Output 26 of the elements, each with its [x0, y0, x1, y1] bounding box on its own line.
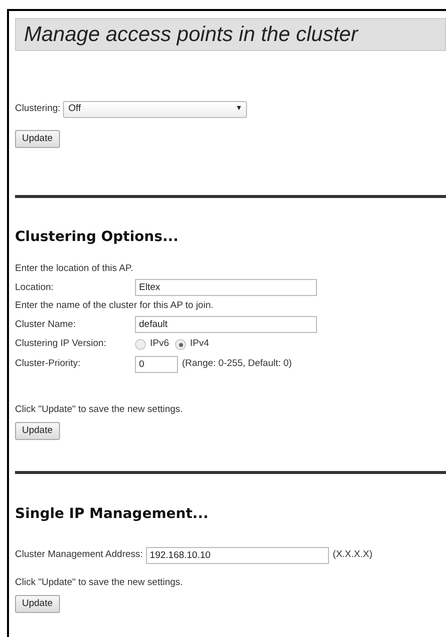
- address-field[interactable]: 192.168.10.10: [146, 546, 329, 564]
- field-label: Cluster Name:: [15, 318, 77, 332]
- field-label: Location:: [15, 280, 55, 294]
- radio-button[interactable]: [135, 339, 146, 350]
- hint-text: Click "Update" to save the new settings.: [15, 402, 184, 417]
- section-heading: Single IP Management...: [15, 504, 210, 524]
- field-label: Cluster-Priority:: [15, 357, 82, 371]
- field-label: Cluster Management Address:: [15, 548, 143, 562]
- range-note: (Range: 0-255, Default: 0): [182, 357, 292, 371]
- update-button[interactable]: Update: [15, 422, 60, 440]
- priority-field[interactable]: 0: [135, 356, 178, 373]
- radio-label: IPv4: [190, 337, 210, 352]
- update-button[interactable]: Update: [15, 130, 60, 148]
- location-field[interactable]: Eltex: [135, 279, 317, 296]
- field-label: Clustering IP Version:: [15, 337, 108, 352]
- hint-text: Click "Update" to save the new settings.: [15, 576, 184, 590]
- hint-text: Enter the location of this AP.: [15, 262, 134, 276]
- cluster-name-field[interactable]: default: [135, 316, 317, 334]
- page-title: Manage access points in the cluster: [24, 22, 358, 48]
- radio-label: IPv6: [150, 337, 170, 352]
- hint-text: Enter the name of the cluster for this AP to join.: [15, 299, 214, 314]
- format-note: (X.X.X.X): [332, 548, 372, 562]
- radio-button[interactable]: [175, 339, 186, 350]
- section-heading: Clustering Options...: [15, 228, 180, 247]
- clustering-label: Clustering:: [15, 102, 60, 116]
- update-button[interactable]: Update: [15, 595, 60, 614]
